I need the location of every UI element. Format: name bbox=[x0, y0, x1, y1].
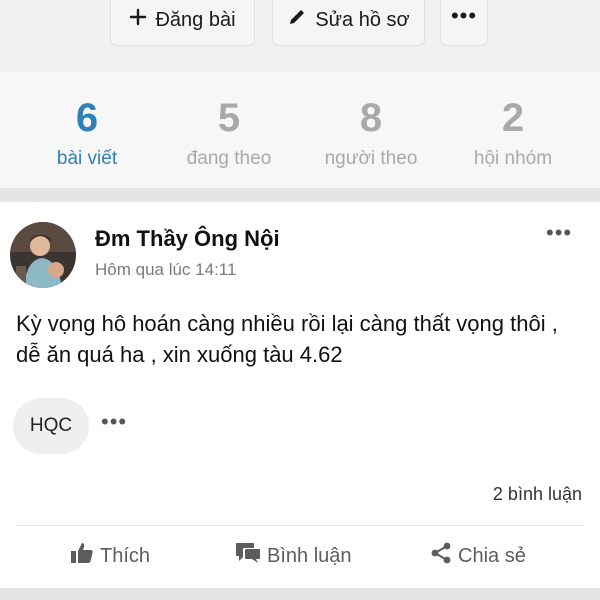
post-more-icon[interactable]: ••• bbox=[546, 220, 572, 246]
stat-followers-count: 8 bbox=[359, 96, 383, 140]
more-options-button[interactable]: ••• bbox=[440, 0, 488, 46]
thumbs-up-icon bbox=[70, 542, 94, 570]
share-button[interactable]: Chia sẻ bbox=[430, 542, 526, 570]
post-body: Kỳ vọng hô hoán càng nhiều rồi lại càng … bbox=[16, 311, 558, 367]
stat-following-label: đang theo bbox=[186, 148, 272, 169]
tag-more-icon[interactable]: ••• bbox=[101, 409, 127, 435]
comment-icon bbox=[235, 542, 261, 570]
plus-icon bbox=[129, 8, 147, 32]
comment-button[interactable]: Bình luận bbox=[235, 542, 352, 570]
section-divider-bottom bbox=[0, 588, 600, 600]
edit-profile-button[interactable]: Sửa hồ sơ bbox=[272, 0, 425, 46]
avatar[interactable] bbox=[10, 222, 76, 288]
post-card: Đm Thầy Ông Nội Hôm qua lúc 14:11 ••• Kỳ… bbox=[0, 202, 600, 588]
post-timestamp: Hôm qua lúc 14:11 bbox=[95, 260, 237, 279]
stock-tag[interactable]: HQC bbox=[13, 398, 89, 454]
comment-label: Bình luận bbox=[267, 544, 352, 567]
like-button[interactable]: Thích bbox=[70, 542, 150, 570]
stat-groups-label: hội nhóm bbox=[473, 148, 553, 169]
create-post-button[interactable]: Đăng bài bbox=[110, 0, 255, 46]
stat-posts-label: bài viết bbox=[56, 148, 118, 169]
create-post-label: Đăng bài bbox=[155, 8, 236, 31]
pencil-icon bbox=[287, 7, 307, 33]
like-label: Thích bbox=[100, 544, 151, 567]
stat-groups-count: 2 bbox=[501, 96, 525, 140]
edit-profile-label: Sửa hồ sơ bbox=[315, 8, 410, 31]
profile-action-bar: Đăng bài Sửa hồ sơ ••• bbox=[0, 0, 600, 72]
more-dots-icon: ••• bbox=[450, 3, 478, 28]
share-label: Chia sẻ bbox=[458, 544, 526, 567]
stat-posts-count: 6 bbox=[75, 96, 99, 140]
share-icon bbox=[430, 542, 452, 570]
profile-stats: 6 bài viết 5 đang theo 8 người theo 2 hộ… bbox=[0, 72, 600, 188]
section-divider bbox=[0, 188, 600, 202]
stat-following-count: 5 bbox=[217, 96, 241, 140]
stat-followers-label: người theo bbox=[324, 148, 418, 169]
post-author-name[interactable]: Đm Thầy Ông Nội bbox=[95, 226, 280, 252]
post-divider bbox=[16, 525, 584, 526]
post-actions: Thích Bình luận Chia sẻ bbox=[0, 532, 600, 586]
comment-count[interactable]: 2 bình luận bbox=[493, 484, 582, 505]
